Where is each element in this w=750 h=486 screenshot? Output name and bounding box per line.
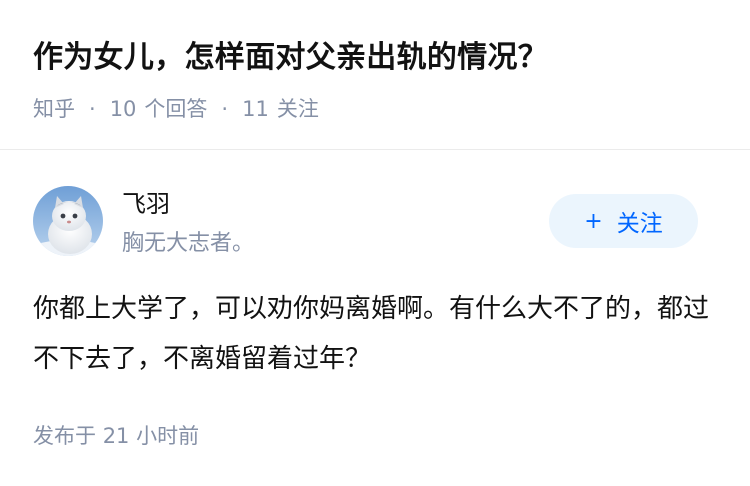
- question-header: 作为女儿，怎样面对父亲出轨的情况？ 知乎 · 10 个回答 · 11 关注: [0, 0, 750, 150]
- meta-separator: ·: [221, 97, 229, 121]
- author-name[interactable]: 飞羽: [122, 186, 170, 222]
- answer-count-label: 个回答: [144, 97, 208, 121]
- answer-time: 发布于 21 小时前: [33, 420, 199, 452]
- question-title[interactable]: 作为女儿，怎样面对父亲出轨的情况？: [33, 36, 548, 80]
- source-label: 知乎: [33, 97, 75, 121]
- answer-count: 10: [109, 97, 137, 121]
- question-meta: 知乎 · 10 个回答 · 11 关注: [33, 93, 319, 125]
- plus-icon: +: [584, 208, 603, 234]
- meta-separator: ·: [89, 97, 96, 121]
- posted-time: 21 小时前: [102, 424, 200, 448]
- posted-prefix: 发布于: [33, 424, 96, 448]
- follow-button-label: 关注: [616, 211, 663, 237]
- follow-count: 11: [242, 97, 269, 121]
- follow-count-label: 关注: [276, 97, 319, 121]
- author-bio: 胸无大志者。: [122, 231, 255, 256]
- cat-avatar-image: [33, 186, 103, 256]
- follow-button[interactable]: + 关注: [549, 194, 698, 248]
- answer-content[interactable]: 你都上大学了，可以劝你妈离婚啊。有什么大不了的，都过不下去了，不离婚留着过年？: [33, 284, 723, 384]
- author-avatar[interactable]: [33, 186, 103, 256]
